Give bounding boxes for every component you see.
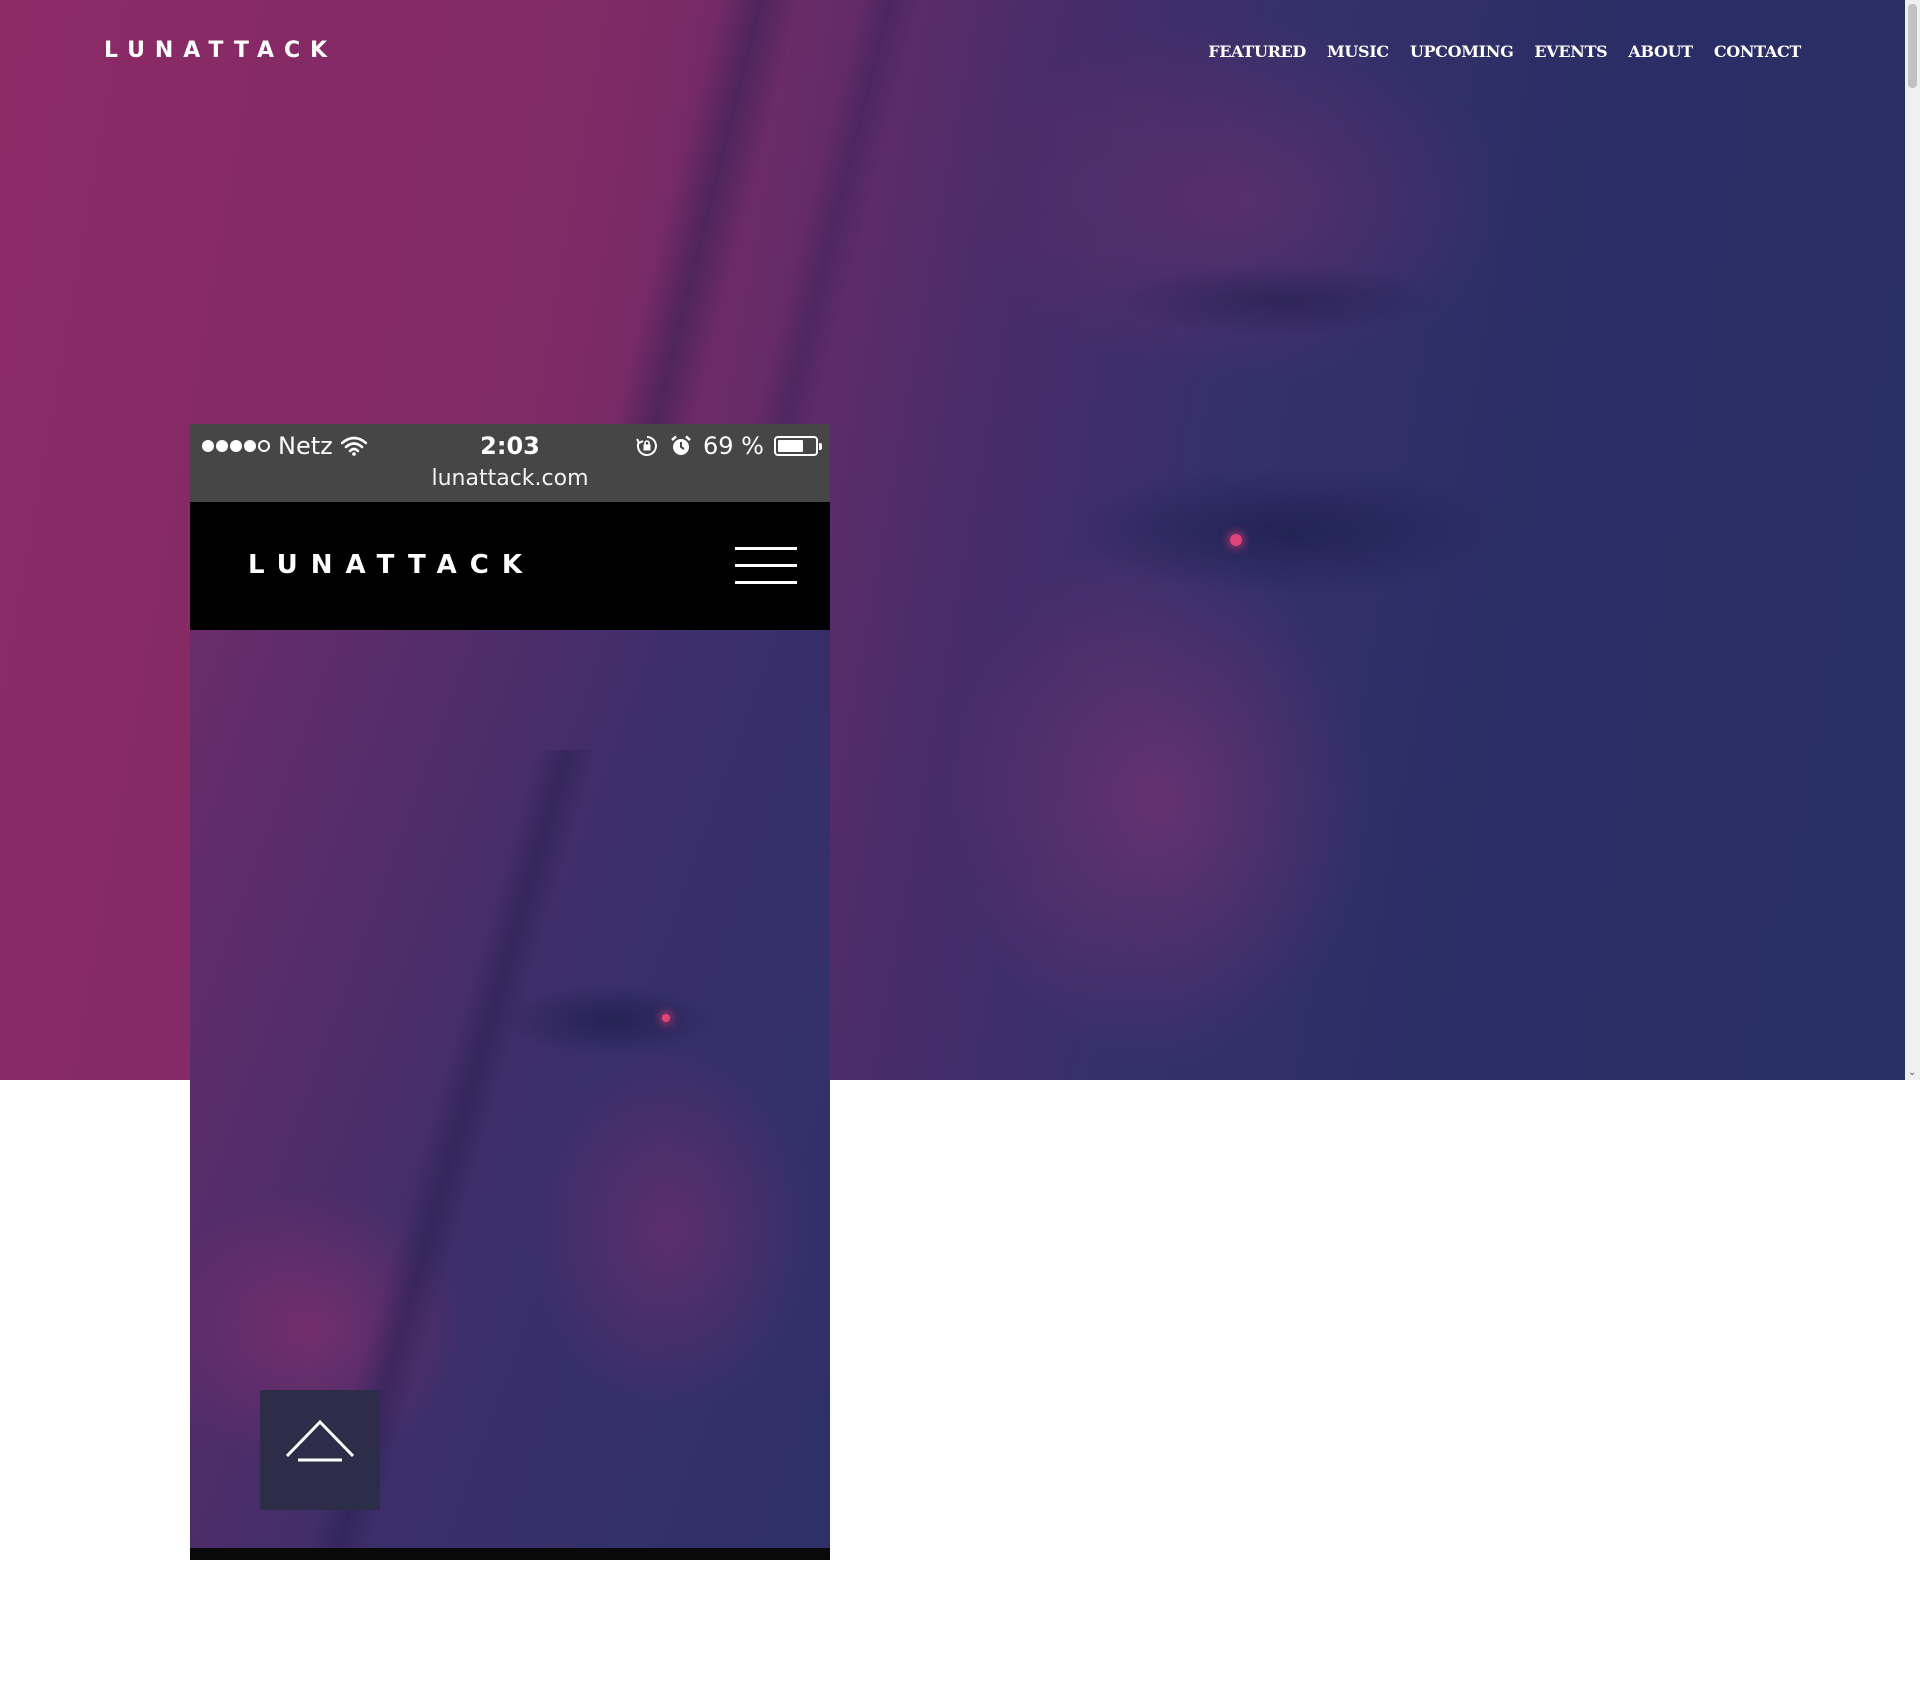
nav-upcoming[interactable]: UPCOMING [1410,42,1514,61]
nav-featured[interactable]: FEATURED [1208,42,1306,61]
mobile-header: LUNATTACK [190,502,830,630]
browser-url[interactable]: lunattack.com [190,466,830,491]
nav-contact[interactable]: CONTACT [1714,42,1801,61]
nav-about[interactable]: ABOUT [1628,42,1693,61]
status-right: 69 % [635,432,822,460]
scroll-down-arrow-icon[interactable]: ⌄ [1908,1067,1916,1078]
scrollbar-thumb[interactable] [1908,4,1917,88]
chevron-up-icon [285,1419,355,1462]
nav-events[interactable]: EVENTS [1534,42,1607,61]
rotation-lock-icon [636,436,657,456]
eye-highlight [1230,534,1242,546]
battery-fill [778,440,803,452]
site-logo[interactable]: LUNATTACK [104,38,337,63]
ios-status-bar: Netz 2:03 69 % lunattack.com [190,424,830,502]
hamburger-menu-icon[interactable] [735,547,797,585]
nav-music[interactable]: MUSIC [1327,42,1389,61]
alarm-icon [671,435,691,455]
battery-percentage: 69 % [703,432,764,460]
main-nav: FEATURED MUSIC UPCOMING EVENTS ABOUT CON… [1208,42,1801,61]
battery-icon [774,436,822,456]
mobile-footer-edge [190,1548,830,1560]
mobile-site-logo[interactable]: LUNATTACK [248,550,535,580]
eye-highlight [662,1014,670,1022]
page-scrollbar[interactable]: ⌄ [1905,0,1920,1080]
scroll-to-top-button[interactable] [260,1390,380,1510]
